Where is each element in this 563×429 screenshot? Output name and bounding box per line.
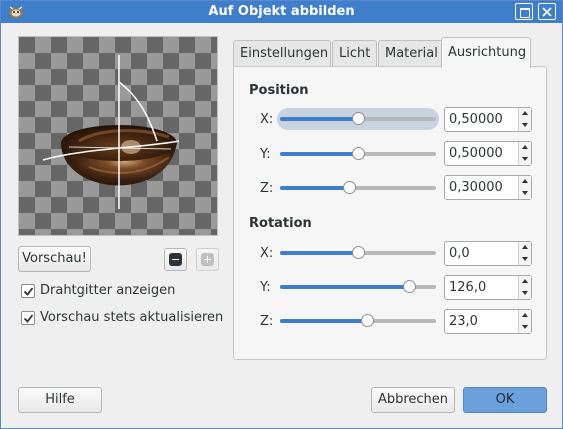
spin-up-icon[interactable] (522, 111, 528, 115)
spin-up-icon[interactable] (522, 145, 528, 149)
close-icon[interactable] (538, 3, 556, 20)
dialog-window: Auf Objekt abbilden Vorschau! Drahtgitte… (0, 0, 563, 429)
rotation-y-slider[interactable] (280, 280, 436, 294)
rotation-x-value[interactable]: 0,0 (449, 246, 470, 261)
spin-down-icon[interactable] (522, 191, 528, 195)
autoupdate-label: Vorschau stets aktualisieren (40, 310, 224, 325)
position-x-value[interactable]: 0,50000 (449, 112, 503, 127)
rotation-z-slider[interactable] (280, 314, 436, 328)
position-z-spinbutton[interactable]: 0,30000 (444, 175, 532, 200)
position-y-label: Y: (260, 147, 271, 162)
spin-up-icon[interactable] (522, 179, 528, 183)
spin-down-icon[interactable] (522, 257, 528, 261)
position-z-value[interactable]: 0,30000 (449, 180, 503, 195)
preview-image (19, 37, 217, 235)
orientation-panel: Position X: 0,50000 Y: 0,50000 Z: 0,3000… (233, 66, 547, 360)
spin-down-icon[interactable] (522, 123, 528, 127)
spin-down-icon[interactable] (522, 157, 528, 161)
position-z-label: Z: (260, 181, 274, 196)
window-title: Auf Objekt abbilden (208, 4, 355, 19)
rotation-y-label: Y: (260, 280, 271, 295)
tab-licht[interactable]: Licht (332, 40, 377, 67)
spin-up-icon[interactable] (522, 279, 528, 283)
position-y-value[interactable]: 0,50000 (449, 146, 503, 161)
rotation-x-label: X: (260, 246, 274, 261)
rotation-x-spinbutton[interactable]: 0,0 (444, 241, 532, 266)
checkmark-icon[interactable] (21, 284, 35, 298)
position-x-spinbutton[interactable]: 0,50000 (444, 107, 532, 132)
maximize-icon[interactable] (515, 3, 533, 20)
wireframe-label: Drahtgitter anzeigen (40, 283, 176, 298)
help-button[interactable]: Hilfe (18, 387, 102, 413)
rotation-heading: Rotation (249, 216, 312, 231)
rotation-y-spinbutton[interactable]: 126,0 (444, 275, 532, 300)
spin-down-icon[interactable] (522, 291, 528, 295)
rotation-z-label: Z: (260, 314, 274, 329)
preview-button[interactable]: Vorschau! (18, 246, 91, 272)
zoom-out-icon[interactable] (164, 248, 187, 271)
rotation-z-spinbutton[interactable]: 23,0 (444, 309, 532, 334)
position-x-slider[interactable] (277, 108, 439, 130)
position-y-spinbutton[interactable]: 0,50000 (444, 141, 532, 166)
position-heading: Position (249, 83, 309, 98)
cancel-button[interactable]: Abbrechen (371, 387, 455, 413)
title-bar[interactable]: Auf Objekt abbilden (1, 1, 562, 23)
position-z-slider[interactable] (280, 181, 436, 195)
zoom-in-icon (196, 248, 219, 271)
ok-button[interactable]: OK (463, 387, 547, 413)
preview-canvas[interactable] (18, 36, 218, 236)
spin-up-icon[interactable] (522, 245, 528, 249)
rotation-y-value[interactable]: 126,0 (449, 280, 486, 295)
tab-einstellungen[interactable]: Einstellungen (233, 40, 331, 67)
rotation-z-value[interactable]: 23,0 (449, 314, 478, 329)
rotation-x-slider[interactable] (280, 246, 436, 260)
position-y-slider[interactable] (280, 147, 436, 161)
tab-ausrichtung[interactable]: Ausrichtung (441, 37, 531, 68)
checkmark-icon[interactable] (21, 311, 35, 325)
spin-up-icon[interactable] (522, 313, 528, 317)
spin-down-icon[interactable] (522, 325, 528, 329)
